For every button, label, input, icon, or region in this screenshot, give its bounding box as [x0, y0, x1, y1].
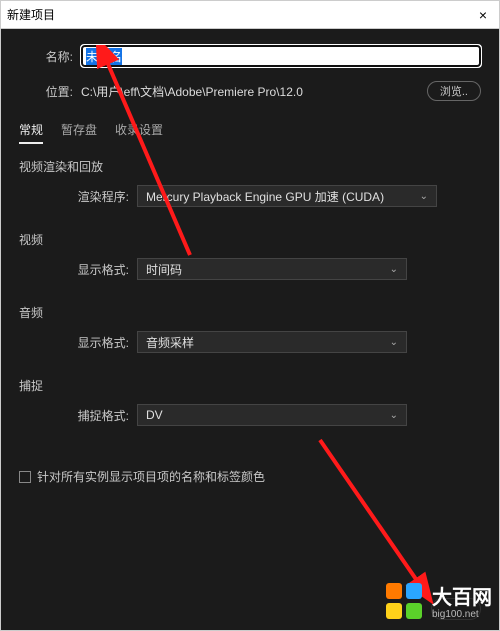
chevron-down-icon: ⌄ — [390, 410, 398, 421]
audio-format-label: 显示格式: — [39, 334, 129, 351]
section-audio-title: 音频 — [19, 304, 481, 321]
titlebar: 新建项目 × — [1, 1, 499, 29]
close-icon[interactable]: × — [473, 7, 493, 23]
tab-general[interactable]: 常规 — [19, 121, 43, 144]
capture-format-label: 捕捉格式: — [39, 407, 129, 424]
watermark-url: big100.net — [432, 609, 492, 620]
capture-format-select[interactable]: DV ⌄ — [137, 404, 407, 426]
annotation-arrow-1 — [80, 45, 210, 265]
chevron-down-icon: ⌄ — [420, 191, 428, 202]
audio-format-value: 音频采样 — [146, 334, 194, 351]
capture-format-row: 捕捉格式: DV ⌄ — [39, 404, 481, 426]
chevron-down-icon: ⌄ — [390, 264, 398, 275]
capture-format-value: DV — [146, 408, 163, 422]
audio-format-row: 显示格式: 音频采样 ⌄ — [39, 331, 481, 353]
browse-button[interactable]: 浏览.. — [427, 81, 481, 101]
section-audio: 音频 显示格式: 音频采样 ⌄ — [19, 304, 481, 361]
watermark-text: 大百网 big100.net — [432, 587, 492, 620]
watermark-logo — [384, 581, 428, 625]
watermark: 大百网 big100.net — [384, 581, 492, 625]
audio-format-select[interactable]: 音频采样 ⌄ — [137, 331, 407, 353]
display-name-checkbox[interactable] — [19, 471, 31, 483]
window-title: 新建项目 — [7, 6, 55, 23]
location-label: 位置: — [19, 83, 73, 100]
display-name-checkbox-label: 针对所有实例显示项目项的名称和标签颜色 — [37, 468, 265, 485]
section-capture-title: 捕捉 — [19, 377, 481, 394]
name-label: 名称: — [19, 48, 73, 65]
watermark-brand: 大百网 — [432, 587, 492, 609]
chevron-down-icon: ⌄ — [390, 337, 398, 348]
section-capture: 捕捉 捕捉格式: DV ⌄ — [19, 377, 481, 434]
